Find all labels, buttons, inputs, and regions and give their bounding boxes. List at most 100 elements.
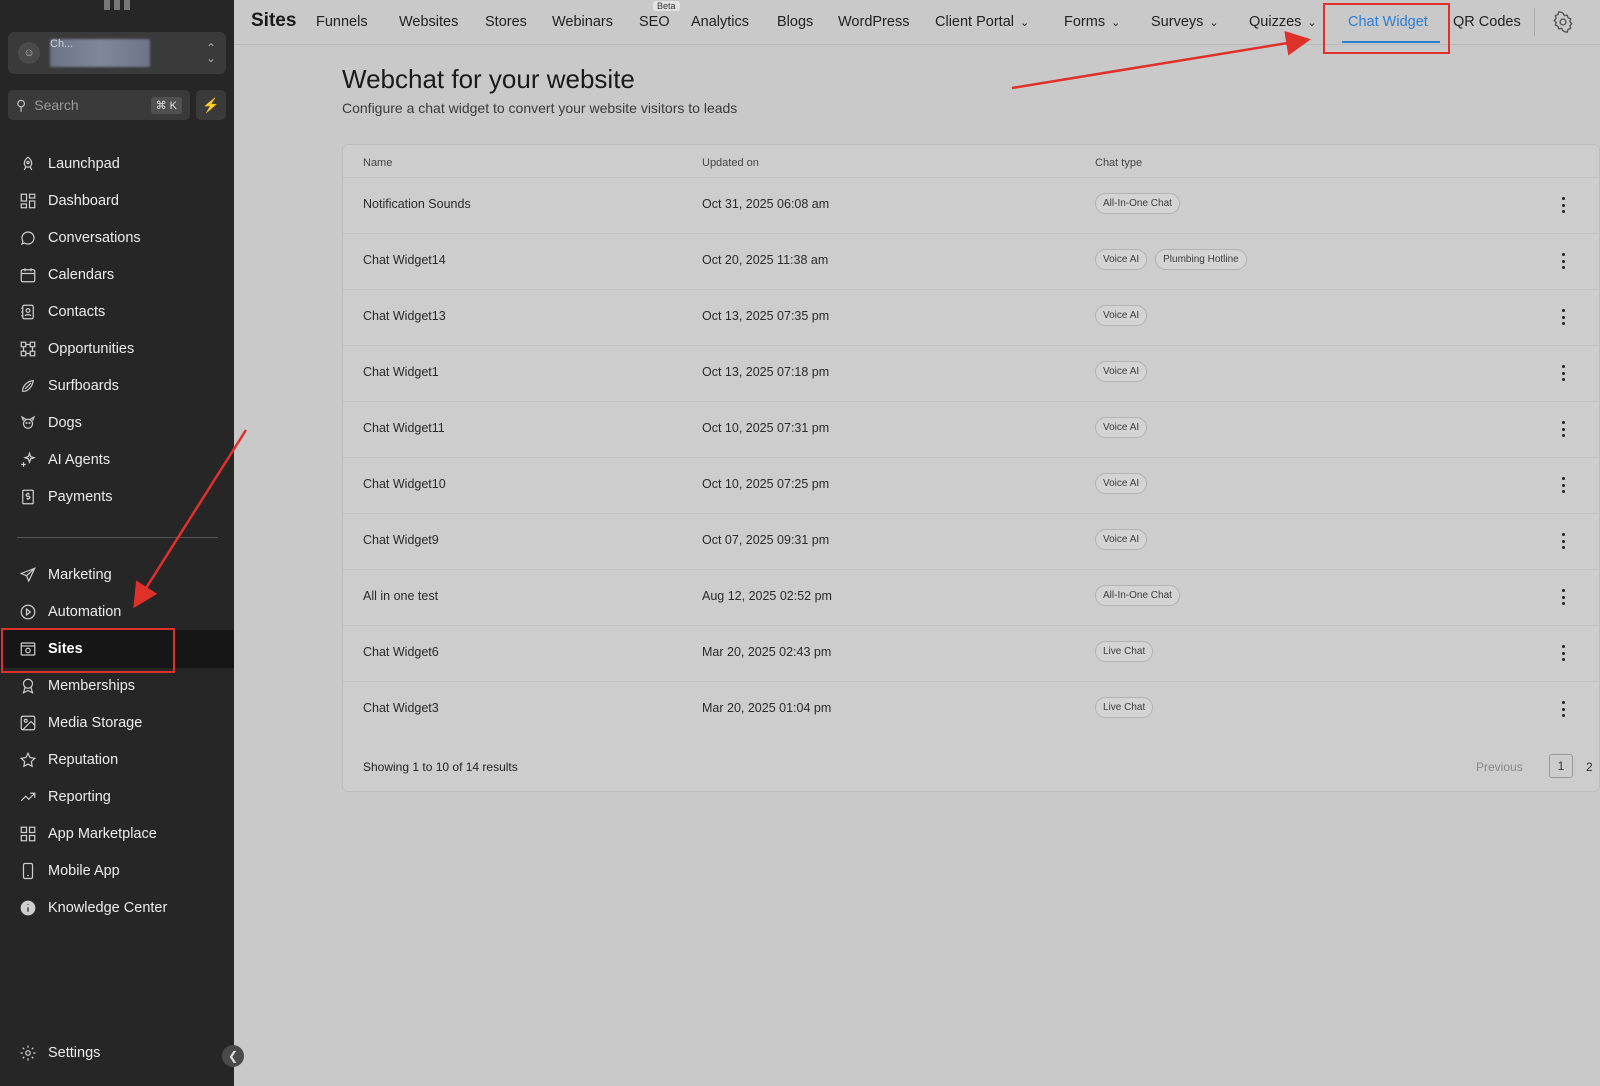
sidebar-item-calendars[interactable]: Calendars [0,256,234,294]
more-options-icon[interactable] [1555,586,1571,608]
more-options-icon[interactable] [1555,250,1571,272]
collapse-sidebar-button[interactable]: ❮ [222,1045,244,1067]
chevron-down-icon: ⌄ [1209,17,1219,29]
sidebar-item-dogs[interactable]: Dogs [0,404,234,442]
tab-analytics[interactable]: Analytics [691,14,749,30]
column-header-chat-type: Chat type [1095,157,1143,169]
tab-forms[interactable]: Forms ⌄ [1064,14,1120,30]
widget-name[interactable]: Chat Widget1 [363,365,439,379]
tab-quizzes[interactable]: Quizzes ⌄ [1249,14,1317,30]
sidebar-item-payments[interactable]: Payments [0,478,234,516]
tab-seo[interactable]: SEO [639,14,670,30]
table-row[interactable]: Chat Widget3 Mar 20, 2025 01:04 pm Live Ch… [343,681,1600,737]
widget-name[interactable]: All in one test [363,589,438,603]
sidebar-item-knowledge-center[interactable]: Knowledge Center [0,889,234,927]
more-options-icon[interactable] [1555,194,1571,216]
sidebar-item-opportunities[interactable]: Opportunities [0,330,234,368]
sidebar-item-dashboard[interactable]: Dashboard [0,182,234,220]
widget-name[interactable]: Chat Widget10 [363,477,446,491]
sidebar-item-label: Dogs [48,415,82,431]
table-row[interactable]: All in one test Aug 12, 2025 02:52 pm All-… [343,569,1600,625]
tab-label: Surveys [1151,14,1204,30]
pagination-previous[interactable]: Previous [1476,760,1523,774]
chat-type-tags: Voice AI [1095,305,1148,326]
sidebar-item-label: Opportunities [48,341,135,357]
sidebar-item-automation[interactable]: Automation [0,593,234,631]
table-row[interactable]: Chat Widget13 Oct 13, 2025 07:35 pm Voice … [343,289,1600,345]
account-switcher[interactable]: ☺ Ch... ⌃ ⌄ [8,32,226,74]
tab-label: Analytics [691,14,750,30]
chat-bubble-icon [18,228,38,248]
sidebar-item-contacts[interactable]: Contacts [0,293,234,331]
tab-surveys[interactable]: Surveys ⌄ [1151,14,1219,30]
tab-qr-codes[interactable]: QR Codes [1453,14,1521,30]
tab-webinars[interactable]: Webinars [552,14,613,30]
sidebar-item-label: Knowledge Center [48,900,168,916]
more-options-icon[interactable] [1555,698,1571,720]
account-name: Ch... [50,38,74,50]
table-row[interactable]: Notification Sounds Oct 31, 2025 06:08 am… [343,177,1600,233]
sidebar-item-mobile-app[interactable]: Mobile App [0,852,234,890]
table-row[interactable]: Chat Widget9 Oct 07, 2025 09:31 pm Voice A… [343,513,1600,569]
sidebar-item-conversations[interactable]: Conversations [0,219,234,257]
sidebar-item-surfboards[interactable]: Surfboards [0,367,234,405]
widget-name[interactable]: Notification Sounds [363,197,471,211]
table-row[interactable]: Chat Widget11 Oct 10, 2025 07:31 pm Voice … [343,401,1600,457]
settings-gear-button[interactable] [1552,11,1574,33]
sidebar-item-marketing[interactable]: Marketing [0,556,234,594]
tab-label: Funnels [316,14,368,30]
more-options-icon[interactable] [1555,474,1571,496]
sidebar-item-reporting[interactable]: Reporting [0,778,234,816]
updated-on: Mar 20, 2025 02:43 pm [702,645,832,659]
more-options-icon[interactable] [1555,418,1571,440]
tab-stores[interactable]: Stores [485,14,527,30]
chat-type-badge: Voice AI [1095,473,1148,494]
chat-type-badge: All-In-One Chat [1095,585,1180,606]
tab-client-portal[interactable]: Client Portal ⌄ [935,14,1029,30]
sidebar-item-launchpad[interactable]: Launchpad [0,145,234,183]
pagination-page-1[interactable]: 1 [1549,754,1573,778]
updated-on: Oct 13, 2025 07:35 pm [702,309,830,323]
tab-blogs[interactable]: Blogs [777,14,813,30]
dashboard-grid-icon [18,191,38,211]
tab-funnels[interactable]: Funnels [316,14,368,30]
tab-wordpress[interactable]: WordPress [838,14,909,30]
table-row[interactable]: Chat Widget10 Oct 10, 2025 07:25 pm Voice … [343,457,1600,513]
tab-label: Client Portal [935,14,1014,30]
chat-widget-table: Name Updated on Chat type Notification S… [342,144,1600,792]
more-options-icon[interactable] [1555,362,1571,384]
sidebar-item-label: Conversations [48,230,141,246]
search-placeholder: Search [34,97,79,113]
sidebar-item-ai-agents[interactable]: AI Agents [0,441,234,479]
table-row[interactable]: Chat Widget14 Oct 20, 2025 11:38 am Voice … [343,233,1600,289]
tab-websites[interactable]: Websites [399,14,458,30]
beta-badge: Beta [653,1,680,11]
sidebar-item-settings[interactable]: Settings [0,1034,234,1072]
chat-type-tags: All-In-One Chat [1095,193,1180,214]
table-row[interactable]: Chat Widget1 Oct 13, 2025 07:18 pm Voice A… [343,345,1600,401]
widget-name[interactable]: Chat Widget3 [363,701,439,715]
sidebar-item-media-storage[interactable]: Media Storage [0,704,234,742]
more-options-icon[interactable] [1555,530,1571,552]
widget-name[interactable]: Chat Widget6 [363,645,439,659]
quick-action-button[interactable]: ⚡ [196,90,226,120]
widget-name[interactable]: Chat Widget11 [363,421,445,435]
send-icon [18,565,38,585]
chevron-down-icon: ⌄ [1111,17,1121,29]
widget-name[interactable]: Chat Widget9 [363,533,439,547]
gear-icon [18,1043,38,1063]
pagination-page-2[interactable]: 2 [1586,760,1593,774]
info-icon [18,898,38,918]
table-row[interactable]: Chat Widget6 Mar 20, 2025 02:43 pm Live Ch… [343,625,1600,681]
sidebar-item-reputation[interactable]: Reputation [0,741,234,779]
widget-name[interactable]: Chat Widget14 [363,253,446,267]
widget-name[interactable]: Chat Widget13 [363,309,446,323]
updated-on: Mar 20, 2025 01:04 pm [702,701,832,715]
sidebar-item-app-marketplace[interactable]: App Marketplace [0,815,234,853]
search-input[interactable]: ⚲ Search ⌘ K [8,90,190,120]
chat-type-tags: Live Chat [1095,697,1154,718]
updated-on: Oct 31, 2025 06:08 am [702,197,830,211]
more-options-icon[interactable] [1555,642,1571,664]
more-options-icon[interactable] [1555,306,1571,328]
tab-label: Webinars [552,14,613,30]
